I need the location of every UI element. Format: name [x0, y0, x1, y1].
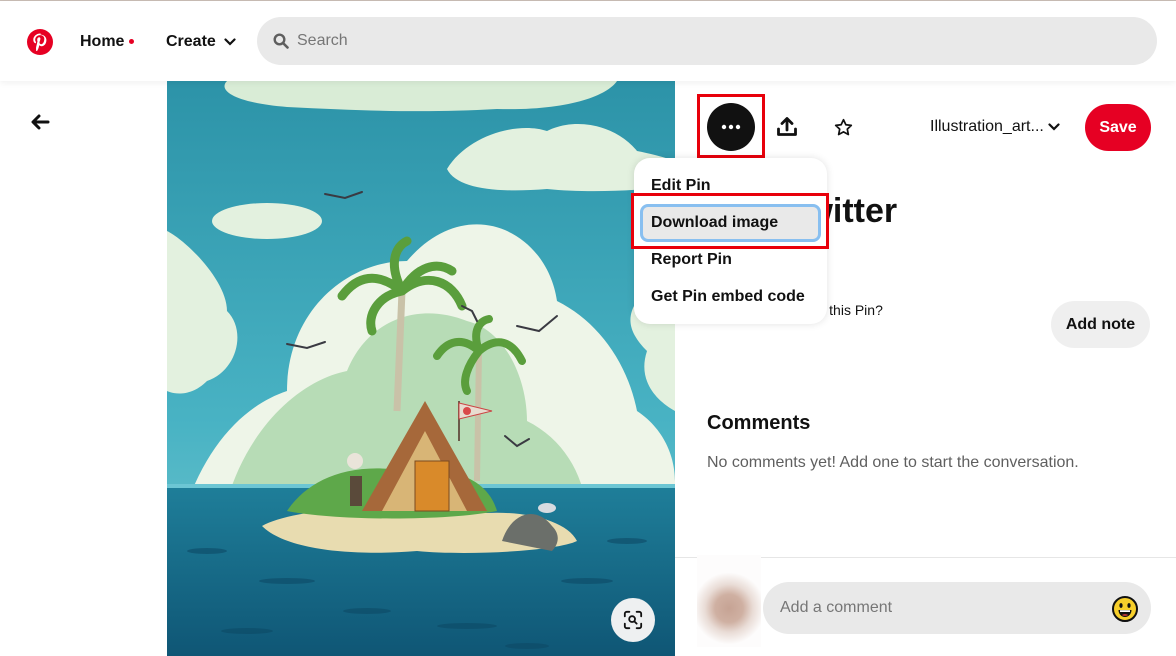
- nav-home-link[interactable]: Home: [80, 33, 124, 51]
- arrow-left-icon: [31, 114, 50, 130]
- home-notification-dot: [129, 39, 134, 44]
- favorite-button[interactable]: [829, 113, 857, 141]
- lens-search-icon: [623, 610, 643, 630]
- pin-image[interactable]: [167, 81, 675, 656]
- user-avatar[interactable]: [697, 555, 761, 647]
- top-nav-bar: Home Create: [0, 1, 1176, 81]
- visual-search-button[interactable]: [611, 598, 655, 642]
- island-illustration: [167, 81, 675, 656]
- search-icon: [273, 33, 289, 49]
- save-button[interactable]: Save: [1085, 104, 1151, 151]
- emoji-button[interactable]: [1111, 595, 1139, 623]
- nav-create-dropdown[interactable]: Create: [166, 33, 236, 51]
- search-bar[interactable]: [257, 17, 1157, 65]
- smiley-emoji-icon: [1112, 596, 1138, 622]
- comment-input[interactable]: [780, 599, 1100, 617]
- share-button[interactable]: [772, 112, 802, 142]
- annotation-highlight-download-image: [631, 193, 829, 249]
- share-upload-icon: [777, 117, 797, 136]
- board-select-dropdown[interactable]: Illustration_art...: [930, 118, 1060, 136]
- comment-input-box[interactable]: [763, 582, 1151, 634]
- chevron-down-icon: [1048, 123, 1060, 131]
- back-button[interactable]: [28, 110, 52, 134]
- menu-item-get-embed-code[interactable]: Get Pin embed code: [640, 278, 821, 316]
- pinterest-logo-icon: [33, 33, 47, 51]
- star-icon: [834, 118, 852, 135]
- board-select-label: Illustration_art...: [930, 118, 1044, 135]
- pinterest-logo[interactable]: [27, 29, 53, 55]
- nav-create-label: Create: [166, 33, 216, 50]
- search-input[interactable]: [297, 32, 1097, 50]
- comments-empty-message: No comments yet! Add one to start the co…: [707, 454, 1079, 471]
- annotation-highlight-more-button: [697, 94, 765, 158]
- chevron-down-icon: [224, 38, 236, 46]
- comments-heading: Comments: [707, 412, 811, 434]
- add-note-button[interactable]: Add note: [1051, 301, 1150, 348]
